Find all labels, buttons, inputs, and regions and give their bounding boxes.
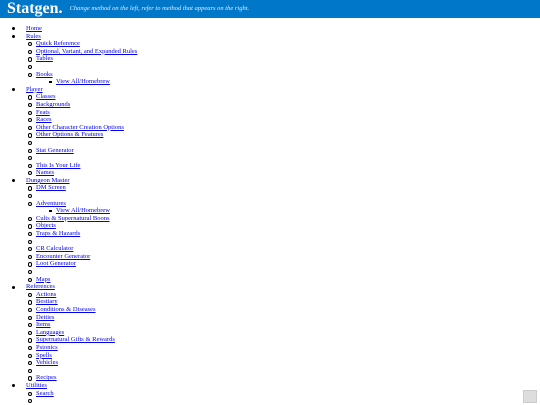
nav-subitem: Books View All/Homebrew bbox=[26, 71, 540, 86]
nav-item-home: Home bbox=[0, 25, 540, 33]
nav-subsubitem: View All/Homebrew bbox=[36, 78, 540, 86]
nav-subitem: Languages bbox=[26, 329, 540, 337]
nav-link-objects[interactable]: Objects bbox=[36, 222, 56, 229]
nav-subitem: Search bbox=[26, 390, 540, 398]
nav-subitem: DM Screen bbox=[26, 184, 540, 192]
nav-link-adventures-all[interactable]: View All/Homebrew bbox=[56, 207, 110, 214]
nav-subitem: Names bbox=[26, 169, 540, 177]
nav-subitem: Classes bbox=[26, 93, 540, 101]
nav-subitem: Bestiary bbox=[26, 298, 540, 306]
nav-link-supernatural-gifts[interactable]: Supernatural Gifts & Rewards bbox=[36, 336, 115, 343]
nav-subitem: Actions bbox=[26, 291, 540, 299]
nav-link-rules[interactable]: Rules bbox=[26, 33, 41, 40]
nav-subitem: This Is Your Life bbox=[26, 162, 540, 170]
site-header: Statgen. Change method on the left, refe… bbox=[0, 0, 540, 18]
nav-link-languages[interactable]: Languages bbox=[36, 329, 64, 336]
nav-subitem: Other Options & Features bbox=[26, 131, 540, 139]
nav-link-tables[interactable]: Tables bbox=[36, 55, 53, 62]
nav-link-other-options[interactable]: Other Options & Features bbox=[36, 131, 103, 138]
nav-link-books-all[interactable]: View All/Homebrew bbox=[56, 78, 110, 85]
nav-link-names[interactable]: Names bbox=[36, 169, 54, 176]
nav-subitem: Tables bbox=[26, 55, 540, 63]
nav-link-books[interactable]: Books bbox=[36, 71, 53, 78]
nav-link-bestiary[interactable]: Bestiary bbox=[36, 298, 58, 305]
nav-subitem: Encounter Generator bbox=[26, 253, 540, 261]
nav-subitem: Cults & Supernatural Boons bbox=[26, 215, 540, 223]
nav-item-references: References Actions Bestiary Conditions &… bbox=[0, 283, 540, 382]
nav-divider bbox=[26, 268, 540, 276]
nav-link-traps[interactable]: Traps & Hazards bbox=[36, 230, 80, 237]
nav-subitem: Feats bbox=[26, 109, 540, 117]
nav-divider bbox=[26, 367, 540, 375]
nav-item-dungeon-master: Dungeon Master DM Screen Adventures View… bbox=[0, 177, 540, 283]
nav-divider bbox=[26, 397, 540, 405]
nav-subitem: Objects bbox=[26, 222, 540, 230]
nav-link-recipes[interactable]: Recipes bbox=[36, 374, 57, 381]
nav-link-items[interactable]: Items bbox=[36, 321, 50, 328]
nav-link-vehicles[interactable]: Vehicles bbox=[36, 359, 58, 366]
nav-link-maps[interactable]: Maps bbox=[36, 276, 50, 283]
nav-subitem: Supernatural Gifts & Rewards bbox=[26, 336, 540, 344]
nav-subitem: Vehicles bbox=[26, 359, 540, 367]
nav-subitem: Maps bbox=[26, 276, 540, 284]
nav-subsubitem: View All/Homebrew bbox=[36, 207, 540, 215]
nav-link-optional-rules[interactable]: Optional, Variant, and Expanded Rules bbox=[36, 48, 137, 55]
nav-link-spells[interactable]: Spells bbox=[36, 352, 52, 359]
nav-subitem: Conditions & Diseases bbox=[26, 306, 540, 314]
nav-subitem: Items bbox=[26, 321, 540, 329]
nav-divider bbox=[26, 192, 540, 200]
nav-link-conditions[interactable]: Conditions & Diseases bbox=[36, 306, 96, 313]
main-nav: Home Rules Quick Reference Optional, Var… bbox=[0, 25, 540, 405]
nav-subitem: Stat Generator bbox=[26, 147, 540, 155]
nav-subitem: Traps & Hazards bbox=[26, 230, 540, 238]
nav-subitem: Races bbox=[26, 116, 540, 124]
nav-link-dungeon-master[interactable]: Dungeon Master bbox=[26, 177, 70, 184]
nav-link-feats[interactable]: Feats bbox=[36, 109, 50, 116]
nav-subitem: Psionics bbox=[26, 344, 540, 352]
nav-subitem: Quick Reference bbox=[26, 40, 540, 48]
nav-subitem: Optional, Variant, and Expanded Rules bbox=[26, 48, 540, 56]
nav-subitem: Deities bbox=[26, 314, 540, 322]
nav-link-stat-generator[interactable]: Stat Generator bbox=[36, 147, 74, 154]
nav-subitem: Spells bbox=[26, 352, 540, 360]
nav-subitem: Backgrounds bbox=[26, 101, 540, 109]
nav-subitem: Loot Generator bbox=[26, 260, 540, 268]
nav-divider bbox=[26, 139, 540, 147]
nav-item-rules: Rules Quick Reference Optional, Variant,… bbox=[0, 33, 540, 86]
nav-link-loot-generator[interactable]: Loot Generator bbox=[36, 260, 76, 267]
nav-link-cults[interactable]: Cults & Supernatural Boons bbox=[36, 215, 109, 222]
nav-item-player: Player Classes Backgrounds Feats Races O… bbox=[0, 86, 540, 177]
nav-subitem: Adventures View All/Homebrew bbox=[26, 200, 540, 215]
nav-link-references[interactable]: References bbox=[26, 283, 55, 290]
nav-link-classes[interactable]: Classes bbox=[36, 93, 56, 100]
nav-link-search[interactable]: Search bbox=[36, 390, 54, 397]
nav-subitem: Other Character Creation Options bbox=[26, 124, 540, 132]
nav-link-cr-calculator[interactable]: CR Calculator bbox=[36, 245, 73, 252]
nav-link-other-creation[interactable]: Other Character Creation Options bbox=[36, 124, 124, 131]
scroll-to-top-button[interactable] bbox=[523, 390, 537, 403]
nav-link-utilities[interactable]: Utilities bbox=[26, 382, 47, 389]
nav-subitem: Recipes bbox=[26, 374, 540, 382]
nav-link-actions[interactable]: Actions bbox=[36, 291, 56, 298]
nav-link-quick-reference[interactable]: Quick Reference bbox=[36, 40, 80, 47]
site-logo[interactable]: Statgen. bbox=[7, 0, 63, 18]
nav-link-this-is-your-life[interactable]: This Is Your Life bbox=[36, 162, 80, 169]
nav-link-races[interactable]: Races bbox=[36, 116, 52, 123]
nav-divider bbox=[26, 238, 540, 246]
nav-subitem: CR Calculator bbox=[26, 245, 540, 253]
nav-link-deities[interactable]: Deities bbox=[36, 314, 54, 321]
nav-link-psionics[interactable]: Psionics bbox=[36, 344, 58, 351]
nav-divider bbox=[26, 63, 540, 71]
nav-link-home[interactable]: Home bbox=[26, 25, 42, 32]
nav-link-encounter-generator[interactable]: Encounter Generator bbox=[36, 253, 90, 260]
nav-link-dm-screen[interactable]: DM Screen bbox=[36, 184, 66, 191]
nav-link-backgrounds[interactable]: Backgrounds bbox=[36, 101, 70, 108]
header-tagline: Change method on the left, refer to meth… bbox=[69, 5, 250, 12]
nav-link-player[interactable]: Player bbox=[26, 86, 43, 93]
nav-item-utilities: Utilities Search bbox=[0, 382, 540, 405]
nav-link-adventures[interactable]: Adventures bbox=[36, 200, 66, 207]
nav-divider bbox=[26, 154, 540, 162]
